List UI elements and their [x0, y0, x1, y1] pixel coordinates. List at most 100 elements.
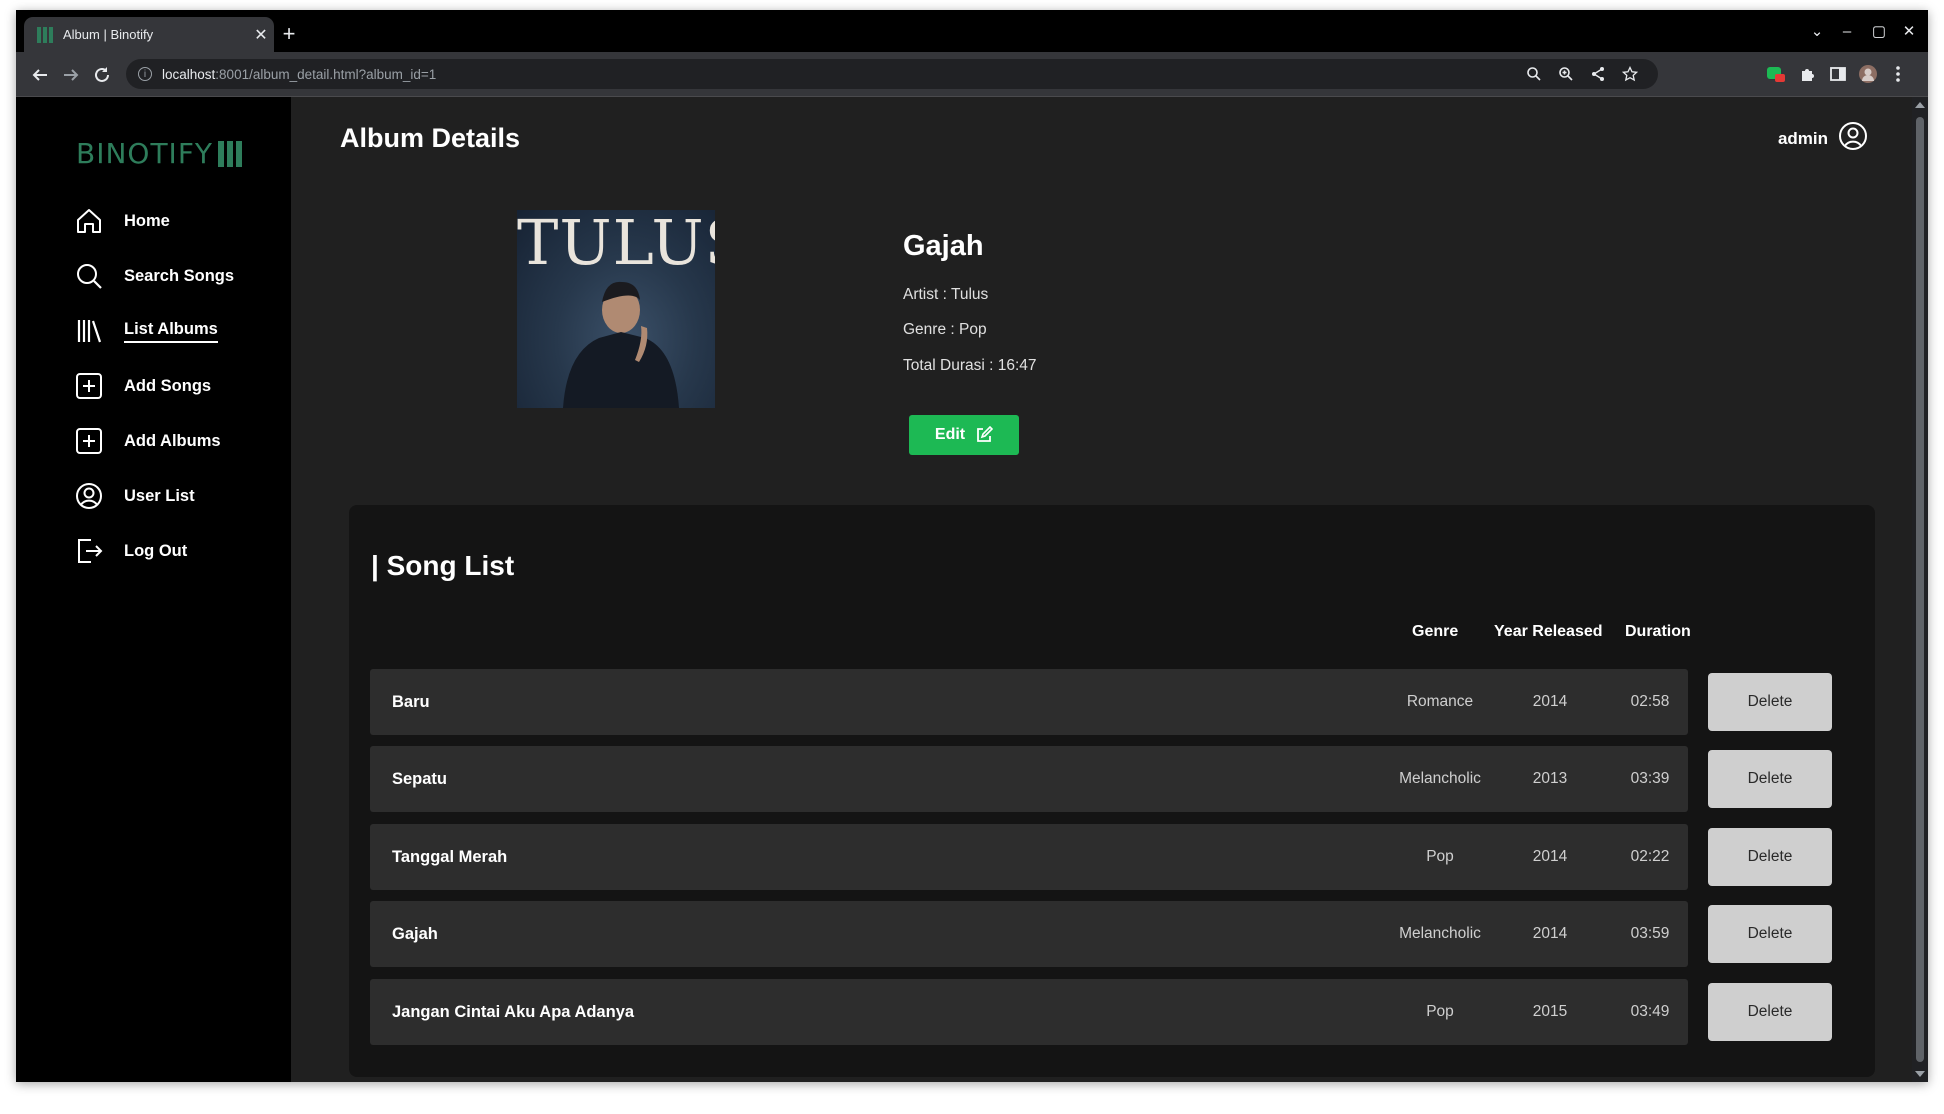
song-duration: 02:22: [1630, 848, 1670, 865]
table-row[interactable]: Gajah Melancholic 2014 03:59: [370, 901, 1688, 967]
tab-strip: Album | Binotify ✕ + ⌄ – ▢ ✕: [16, 10, 1928, 52]
delete-song-button[interactable]: Delete: [1708, 905, 1832, 963]
song-year: 2014: [1532, 925, 1568, 942]
song-title: Baru: [392, 693, 430, 711]
scroll-down-icon[interactable]: [1915, 1071, 1925, 1077]
url-text: localhost:8001/album_detail.html?album_i…: [162, 66, 437, 82]
sidebar-item-user-list[interactable]: User List: [74, 478, 195, 514]
tab-search-chevron-icon[interactable]: ⌄: [1802, 20, 1832, 44]
extension-badge-icon[interactable]: [1766, 64, 1786, 84]
logout-icon: [74, 536, 104, 566]
username: admin: [1777, 128, 1828, 148]
tab-title: Album | Binotify: [63, 27, 154, 42]
song-list-panel: | Song List Genre Year Released Duration…: [349, 505, 1875, 1077]
share-icon[interactable]: [1590, 66, 1606, 82]
sidebar-item-log-out[interactable]: Log Out: [74, 533, 187, 569]
delete-song-button[interactable]: Delete: [1708, 983, 1832, 1041]
song-genre: Romance: [1406, 693, 1474, 710]
sidebar-item-home[interactable]: Home: [74, 203, 170, 239]
browser-menu-icon[interactable]: [1888, 64, 1908, 84]
song-duration: 03:49: [1630, 1003, 1670, 1020]
sidebar-item-label: Add Songs: [124, 376, 212, 395]
search-icon: [74, 261, 104, 291]
home-icon: [74, 206, 104, 236]
song-genre: Pop: [1426, 1003, 1454, 1020]
delete-song-button[interactable]: Delete: [1708, 673, 1832, 731]
sidebar-item-add-songs[interactable]: Add Songs: [74, 368, 211, 404]
extensions-puzzle-icon[interactable]: [1798, 64, 1818, 84]
plus-square-icon: [74, 371, 104, 401]
browser-tab[interactable]: Album | Binotify ✕: [24, 17, 274, 52]
sidebar-item-label: Search Songs: [124, 266, 235, 285]
close-window-icon[interactable]: ✕: [1894, 20, 1924, 44]
reload-icon[interactable]: [88, 61, 116, 89]
binotify-favicon-icon: [37, 26, 53, 43]
maximize-icon[interactable]: ▢: [1864, 20, 1894, 44]
song-year: 2015: [1532, 1003, 1568, 1020]
delete-song-button[interactable]: Delete: [1708, 828, 1832, 886]
user-menu[interactable]: admin: [1778, 121, 1868, 156]
table-row[interactable]: Tanggal Merah Pop 2014 02:22: [370, 824, 1688, 890]
table-row[interactable]: Jangan Cintai Aku Apa Adanya Pop 2015 03…: [370, 979, 1688, 1045]
song-year: 2013: [1532, 770, 1568, 787]
page-title: Album Details: [340, 123, 521, 153]
zoom-icon[interactable]: [1558, 66, 1574, 82]
song-list-title: | Song List: [371, 550, 515, 581]
user-circle-icon: [74, 481, 104, 511]
browser-window: Album | Binotify ✕ + ⌄ – ▢ ✕ i localhost…: [16, 10, 1928, 1082]
sidebar-item-label: Home: [124, 211, 170, 230]
song-duration: 02:58: [1630, 693, 1670, 710]
back-icon[interactable]: [26, 61, 54, 89]
song-year: 2014: [1532, 848, 1568, 865]
user-circle-icon: [1838, 121, 1868, 156]
sidebar-item-label: User List: [124, 486, 195, 505]
browser-toolbar: i localhost:8001/album_detail.html?album…: [16, 52, 1928, 97]
song-title: Sepatu: [392, 770, 448, 788]
page-scrollbar[interactable]: [1912, 97, 1928, 1082]
cover-portrait: [563, 281, 679, 408]
song-year: 2014: [1532, 693, 1568, 710]
bookmark-star-icon[interactable]: [1621, 65, 1639, 82]
album-cover: TULUS: [517, 210, 715, 408]
side-panel-icon[interactable]: [1828, 64, 1848, 84]
plus-square-icon: [74, 426, 104, 456]
song-genre: Pop: [1426, 848, 1454, 865]
album-genre: Genre : Pop: [903, 321, 987, 338]
album-artist: Artist : Tulus: [903, 286, 989, 303]
sidebar-item-label: Log Out: [124, 541, 188, 560]
song-title: Tanggal Merah: [392, 848, 508, 866]
close-tab-icon[interactable]: ✕: [248, 25, 274, 45]
song-title: Jangan Cintai Aku Apa Adanya: [392, 1003, 635, 1021]
binotify-logo[interactable]: BINOTIFY: [76, 137, 243, 170]
column-header-year: Year Released: [1494, 623, 1603, 640]
column-header-genre: Genre: [1412, 623, 1459, 640]
forward-icon[interactable]: [57, 61, 85, 89]
minimize-icon[interactable]: –: [1832, 20, 1862, 44]
profile-avatar-icon[interactable]: [1858, 64, 1878, 84]
album-total-duration: Total Durasi : 16:47: [903, 357, 1037, 374]
logo-bars-icon: [218, 140, 243, 167]
table-row[interactable]: Baru Romance 2014 02:58: [370, 669, 1688, 735]
column-header-duration: Duration: [1625, 623, 1691, 640]
library-icon: [74, 316, 104, 346]
search-icon[interactable]: [1526, 66, 1542, 82]
delete-song-button[interactable]: Delete: [1708, 750, 1832, 808]
address-bar[interactable]: i localhost:8001/album_detail.html?album…: [126, 59, 1658, 89]
sidebar-item-label: Add Albums: [124, 431, 221, 450]
scroll-up-icon[interactable]: [1915, 102, 1925, 108]
sidebar-item-search-songs[interactable]: Search Songs: [74, 258, 234, 294]
song-genre: Melancholic: [1399, 770, 1481, 787]
sidebar-item-label: List Albums: [124, 320, 218, 343]
song-duration: 03:39: [1630, 770, 1670, 787]
scrollbar-thumb[interactable]: [1916, 117, 1924, 1062]
sidebar-item-add-albums[interactable]: Add Albums: [74, 423, 221, 459]
edit-icon: [977, 426, 994, 442]
new-tab-icon[interactable]: +: [274, 20, 304, 48]
song-title: Gajah: [392, 925, 438, 943]
album-title: Gajah: [903, 230, 984, 262]
edit-album-button[interactable]: Edit: [909, 415, 1019, 455]
page-content: BINOTIFY Home Search Songs List Albums A…: [16, 97, 1912, 1082]
sidebar-item-list-albums[interactable]: List Albums: [74, 313, 218, 349]
table-row[interactable]: Sepatu Melancholic 2013 03:39: [370, 746, 1688, 812]
site-info-icon[interactable]: i: [138, 67, 152, 81]
